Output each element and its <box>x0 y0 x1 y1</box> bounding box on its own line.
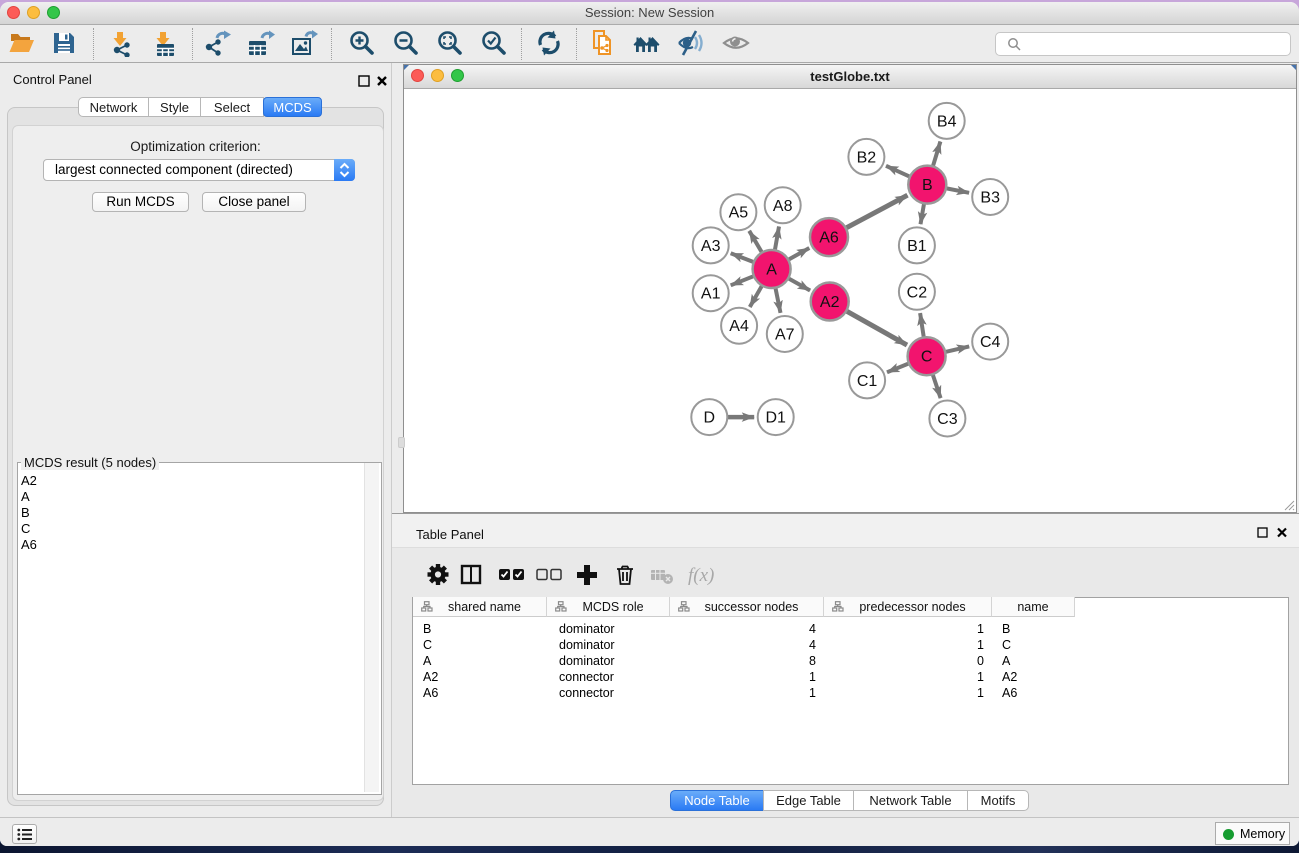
svg-text:B: B <box>922 177 933 194</box>
svg-text:C: C <box>921 349 933 366</box>
svg-text:A5: A5 <box>729 205 749 222</box>
svg-text:A: A <box>766 262 777 279</box>
svg-text:A2: A2 <box>820 294 840 311</box>
svg-text:C1: C1 <box>857 373 878 390</box>
svg-text:A7: A7 <box>775 327 795 344</box>
svg-text:D1: D1 <box>765 410 786 427</box>
svg-text:B3: B3 <box>980 190 1000 207</box>
svg-text:C3: C3 <box>937 411 958 428</box>
svg-text:B1: B1 <box>907 238 927 255</box>
svg-text:A8: A8 <box>773 198 793 215</box>
svg-text:C2: C2 <box>907 284 928 301</box>
svg-text:A3: A3 <box>701 238 721 255</box>
svg-text:B4: B4 <box>937 113 957 130</box>
svg-text:A4: A4 <box>729 318 749 335</box>
svg-text:A6: A6 <box>819 230 839 247</box>
svg-text:A1: A1 <box>701 286 721 303</box>
svg-text:D: D <box>704 410 716 427</box>
svg-text:C4: C4 <box>980 334 1001 351</box>
svg-text:f(x): f(x) <box>688 565 714 586</box>
svg-text:B2: B2 <box>857 149 877 166</box>
